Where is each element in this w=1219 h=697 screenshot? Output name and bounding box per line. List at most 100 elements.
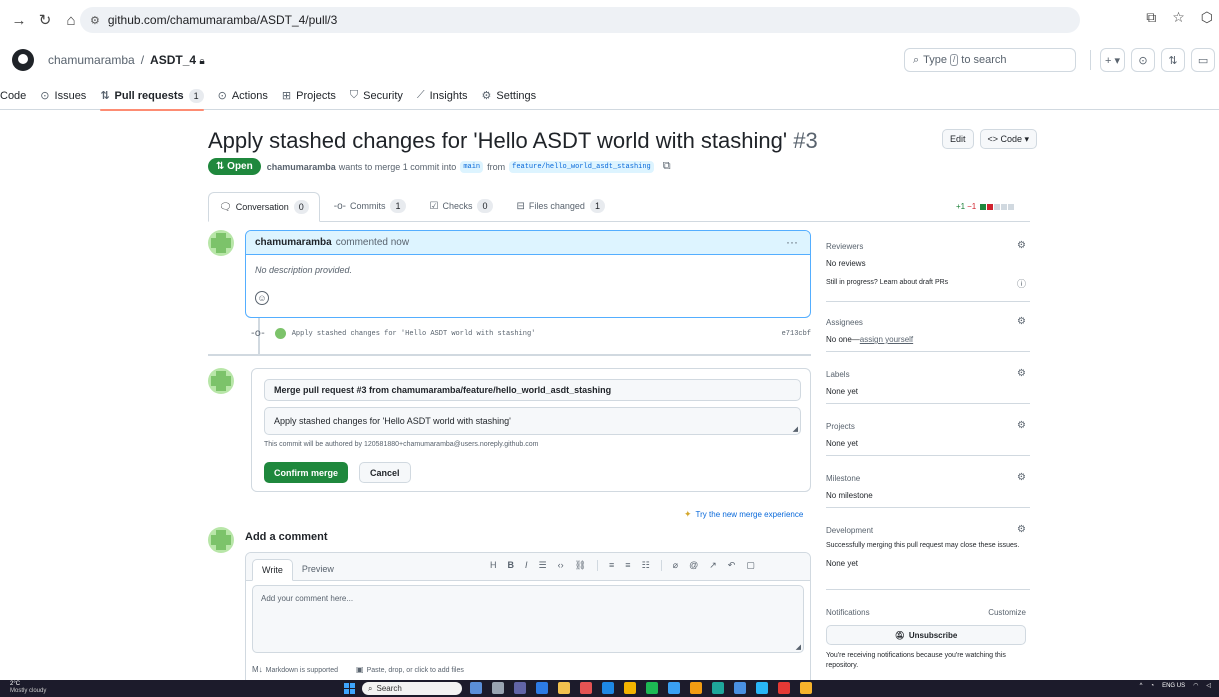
taskbar-search[interactable]: ⌕ Search xyxy=(362,682,462,695)
bullet-list-icon[interactable]: ≡ xyxy=(625,560,630,571)
tab-conversation[interactable]: 🗨︎ Conversation 0 xyxy=(208,192,320,222)
merge-body-textarea[interactable]: Apply stashed changes for 'Hello ASDT wo… xyxy=(264,407,801,435)
site-settings-icon[interactable]: ⚙ xyxy=(90,14,100,27)
mention-icon[interactable]: @ xyxy=(689,560,698,571)
tab-actions[interactable]: ⊙ Actions xyxy=(218,82,268,110)
home-icon[interactable]: ⌂ xyxy=(60,9,82,31)
task-view-icon[interactable] xyxy=(492,682,504,694)
extensions-icon[interactable]: ⬡ xyxy=(1201,9,1213,26)
attach-icon[interactable]: ⌀ xyxy=(673,560,678,571)
gear-icon[interactable]: ⚙ xyxy=(1017,368,1026,379)
task-list-icon[interactable]: ☷ xyxy=(642,560,650,571)
reload-icon[interactable]: ↻ xyxy=(34,9,56,31)
repo-name-link[interactable]: ASDT_4 xyxy=(150,53,196,67)
italic-icon[interactable]: I xyxy=(525,560,528,571)
inbox-icon[interactable]: ▭ xyxy=(1191,48,1216,72)
projects-heading[interactable]: Projects ⚙ xyxy=(826,420,1030,431)
quote-icon[interactable]: ☰ xyxy=(539,560,547,571)
numbered-list-icon[interactable]: ≡ xyxy=(609,560,614,571)
cross-reference-icon[interactable]: ↗ xyxy=(709,560,717,571)
search-input[interactable]: ⌕ Type / to search xyxy=(904,48,1076,72)
commit-message-link[interactable]: Apply stashed changes for 'Hello ASDT wo… xyxy=(292,330,536,338)
app-icon[interactable] xyxy=(690,682,702,694)
resize-grip-icon[interactable]: ◢ xyxy=(793,425,798,433)
tab-settings[interactable]: ⚙ Settings xyxy=(482,82,537,110)
confirm-merge-button[interactable]: Confirm merge xyxy=(264,462,349,483)
wifi-icon[interactable]: ◠ xyxy=(1193,682,1198,689)
base-branch[interactable]: main xyxy=(460,160,484,173)
install-app-icon[interactable]: ⧉ xyxy=(1146,9,1156,26)
markdown-link[interactable]: M↓ Markdown is supported xyxy=(252,665,338,674)
avatar[interactable] xyxy=(208,230,234,256)
tab-write[interactable]: Write xyxy=(252,559,293,581)
code-icon[interactable]: ‹› xyxy=(558,560,564,571)
heading-icon[interactable]: H xyxy=(490,560,497,571)
chrome-icon[interactable] xyxy=(624,682,636,694)
avatar[interactable] xyxy=(208,368,234,394)
attach-files-link[interactable]: ▣ Paste, drop, or click to add files xyxy=(356,665,464,674)
app-icon[interactable] xyxy=(536,682,548,694)
tab-insights[interactable]: ⟋ Insights xyxy=(417,82,468,110)
pr-author-link[interactable]: chamumaramba xyxy=(267,162,336,172)
comment-textarea[interactable]: Add your comment here... ◢ xyxy=(252,585,804,653)
pull-requests-icon[interactable]: ⇅ xyxy=(1161,48,1186,72)
assignees-heading[interactable]: Assignees ⚙ xyxy=(826,316,1030,327)
tab-commits[interactable]: -o- Commits 1 xyxy=(324,191,416,221)
more-options-icon[interactable]: ··· xyxy=(786,235,798,249)
head-branch[interactable]: feature/hello_world_asdt_stashing xyxy=(509,160,654,173)
comment-author-link[interactable]: chamumaramba xyxy=(255,237,332,248)
forward-icon[interactable]: → xyxy=(8,9,30,31)
gear-icon[interactable]: ⚙ xyxy=(1017,524,1026,535)
info-icon[interactable]: ⓘ xyxy=(1017,277,1026,290)
tab-pull-requests[interactable]: ⇅ Pull requests 1 xyxy=(100,82,204,111)
bookmark-star-icon[interactable]: ☆ xyxy=(1172,9,1185,26)
merge-title-input[interactable]: Merge pull request #3 from chamumaramba/… xyxy=(264,379,801,401)
app-icon[interactable] xyxy=(778,682,790,694)
gear-icon[interactable]: ⚙ xyxy=(1017,240,1026,251)
assign-yourself-link[interactable]: assign yourself xyxy=(860,335,913,344)
cancel-button[interactable]: Cancel xyxy=(359,462,411,483)
copy-icon[interactable]: ⧉ xyxy=(663,160,671,173)
widgets-icon[interactable] xyxy=(470,682,482,694)
link-icon[interactable]: ⛓ xyxy=(575,560,586,571)
tab-security[interactable]: ⛉ Security xyxy=(350,82,403,110)
weather-widget[interactable]: 2°C Mostly cloudy xyxy=(10,681,46,695)
milestone-heading[interactable]: Milestone ⚙ xyxy=(826,472,1030,483)
file-explorer-icon[interactable] xyxy=(558,682,570,694)
tab-issues[interactable]: ⊙ Issues xyxy=(40,82,86,110)
draft-hint-text[interactable]: Still in progress? Learn about draft PRs xyxy=(826,279,948,286)
vscode-icon[interactable] xyxy=(602,682,614,694)
bold-icon[interactable]: B xyxy=(508,560,515,571)
create-new-button[interactable]: + ▾ xyxy=(1100,48,1126,72)
saved-replies-icon[interactable]: ▢ xyxy=(746,560,755,571)
commit-sha-link[interactable]: e713cbf xyxy=(782,330,811,338)
tab-preview[interactable]: Preview xyxy=(293,558,343,580)
tab-files-changed[interactable]: ⊟ Files changed 1 xyxy=(507,191,615,221)
chevron-up-icon[interactable]: ^ xyxy=(1140,683,1143,689)
app-icon[interactable] xyxy=(734,682,746,694)
windows-start-icon[interactable] xyxy=(344,683,355,694)
tab-checks[interactable]: ☑ Checks 0 xyxy=(420,191,503,221)
add-reaction-icon[interactable]: ☺ xyxy=(255,291,269,305)
teams-icon[interactable] xyxy=(514,682,526,694)
reply-icon[interactable]: ↶ xyxy=(728,560,736,571)
app-icon[interactable] xyxy=(800,682,812,694)
edit-button[interactable]: Edit xyxy=(942,129,974,149)
gear-icon[interactable]: ⚙ xyxy=(1017,472,1026,483)
repo-owner-link[interactable]: chamumaramba xyxy=(48,53,135,67)
development-heading[interactable]: Development ⚙ xyxy=(826,524,1030,535)
app-icon[interactable] xyxy=(756,682,768,694)
app-icon[interactable] xyxy=(580,682,592,694)
code-dropdown-button[interactable]: <> Code ▾ xyxy=(979,129,1038,149)
avatar[interactable] xyxy=(208,527,234,553)
gear-icon[interactable]: ⚙ xyxy=(1017,420,1026,431)
edge-icon[interactable] xyxy=(712,682,724,694)
address-bar[interactable]: ⚙ github.com/chamumaramba/ASDT_4/pull/3 xyxy=(80,7,1080,33)
labels-heading[interactable]: Labels ⚙ xyxy=(826,368,1030,379)
issues-icon[interactable]: ⊙ xyxy=(1131,48,1156,72)
unsubscribe-button[interactable]: 🔕︎ Unsubscribe xyxy=(826,625,1026,645)
app-icon[interactable] xyxy=(668,682,680,694)
volume-icon[interactable]: ◁ xyxy=(1206,682,1211,689)
tab-code[interactable]: Code xyxy=(0,82,26,110)
gear-icon[interactable]: ⚙ xyxy=(1017,316,1026,327)
